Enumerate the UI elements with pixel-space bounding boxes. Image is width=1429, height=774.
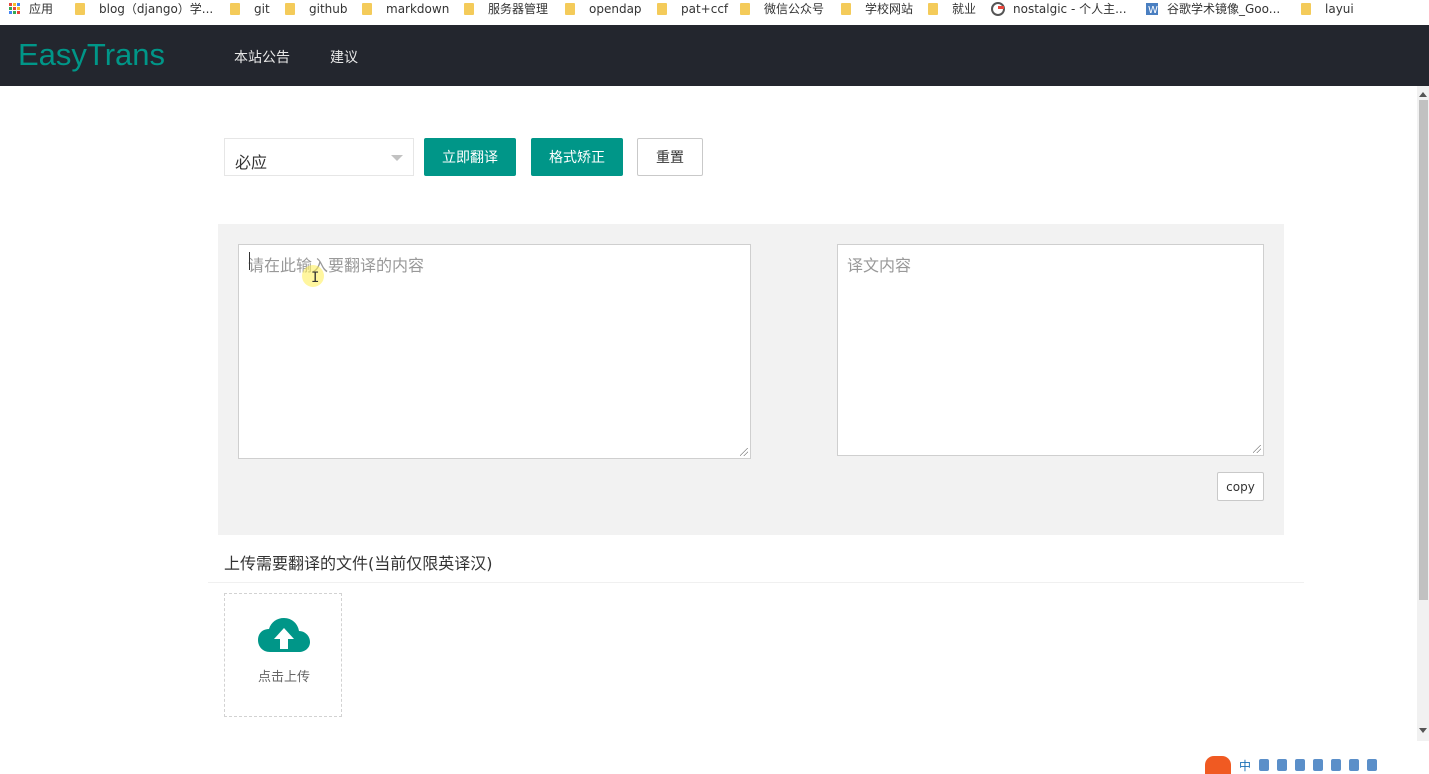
copy-button[interactable]: copy [1217, 472, 1264, 501]
site-icon: W [1146, 2, 1158, 16]
bookmark-label: nostalgic - 个人主... [1013, 2, 1127, 16]
folder-icon [928, 2, 938, 15]
upload-button-label: 点击上传 [257, 670, 310, 685]
bookmark-item[interactable]: 学校网站 [841, 0, 913, 17]
bookmark-item[interactable]: pat+ccf [657, 0, 728, 17]
bookmark-label: opendap [589, 1, 642, 16]
bookmark-label: pat+ccf [681, 1, 729, 16]
svg-text:W: W [1148, 5, 1158, 16]
bookmark-label: github [309, 1, 348, 16]
reset-button[interactable]: 重置 [637, 138, 703, 176]
format-correct-button[interactable]: 格式矫正 [531, 138, 623, 176]
folder-icon [740, 2, 750, 15]
folder-icon [75, 2, 85, 15]
emoji-icon[interactable] [1295, 759, 1306, 771]
folder-icon [1301, 2, 1311, 15]
bookmark-label: 服务器管理 [488, 2, 549, 16]
target-textarea[interactable]: 译文内容 [837, 244, 1264, 456]
scrollbar-thumb[interactable] [1419, 100, 1428, 600]
punctuation-icon[interactable] [1277, 759, 1288, 771]
nav-item-announcement[interactable]: 本站公告 [234, 47, 290, 67]
system-tray: 中 [1205, 756, 1429, 774]
user-icon[interactable] [1349, 759, 1360, 771]
bookmark-item[interactable]: 就业 [928, 0, 976, 17]
engine-select[interactable]: 必应 [224, 138, 414, 176]
bookmark-label: 微信公众号 [764, 2, 825, 16]
engine-selected-value: 必应 [235, 153, 268, 172]
bookmark-label: 就业 [952, 2, 977, 16]
microphone-icon[interactable] [1313, 759, 1324, 771]
folder-icon [464, 2, 474, 15]
top-navbar: EasyTrans 本站公告 建议 [0, 25, 1429, 86]
sogou-ime-icon[interactable] [1205, 756, 1231, 774]
folder-icon [362, 2, 372, 15]
moon-icon[interactable] [1259, 759, 1270, 771]
apps-grid-icon [9, 2, 21, 15]
source-placeholder: 请在此输入要翻译的内容 [248, 256, 425, 275]
nav-item-suggestion[interactable]: 建议 [330, 47, 358, 67]
bookmark-item[interactable]: nostalgic - 个人主... [991, 0, 1127, 17]
bookmark-item[interactable]: 服务器管理 [464, 0, 548, 17]
scroll-down-icon[interactable] [1419, 728, 1427, 733]
bookmark-label: 学校网站 [865, 2, 914, 16]
keyboard-icon[interactable] [1331, 759, 1342, 771]
upload-dropzone[interactable]: 点击上传 [224, 593, 342, 717]
site-icon [991, 1, 1005, 16]
scroll-up-icon[interactable] [1419, 92, 1427, 97]
bookmark-item[interactable]: W 谷歌学术镜像_Goo... [1145, 0, 1280, 17]
resize-grip-icon[interactable] [1253, 445, 1261, 453]
bookmark-apps[interactable]: 应用 [9, 0, 53, 17]
bookmark-label: git [254, 1, 270, 16]
folder-icon [230, 2, 240, 15]
bookmark-label: blog（django）学... [99, 2, 214, 16]
chevron-down-icon [391, 155, 403, 161]
target-placeholder: 译文内容 [847, 256, 912, 275]
bookmark-item[interactable]: opendap [565, 0, 642, 17]
bookmark-item[interactable]: markdown [362, 0, 449, 17]
bookmark-item[interactable]: layui [1301, 0, 1354, 17]
resize-grip-icon[interactable] [740, 448, 748, 456]
folder-icon [285, 2, 295, 15]
ime-mode-label[interactable]: 中 [1239, 757, 1251, 774]
bookmark-label: 应用 [29, 2, 54, 16]
bookmarks-bar: 应用 blog（django）学... git github markdown … [0, 0, 1429, 25]
folder-icon [657, 2, 667, 15]
bookmark-item[interactable]: blog（django）学... [75, 0, 213, 17]
bookmark-item[interactable]: 微信公众号 [740, 0, 824, 17]
ibeam-cursor-icon: I [311, 270, 320, 286]
translate-button[interactable]: 立即翻译 [424, 138, 516, 176]
shirt-icon[interactable] [1367, 759, 1378, 771]
bookmark-label: 谷歌学术镜像_Goo... [1167, 2, 1281, 16]
bookmark-label: layui [1325, 1, 1354, 16]
text-caret [249, 252, 250, 270]
cloud-upload-icon [258, 618, 310, 652]
folder-icon [841, 2, 851, 15]
bookmark-label: markdown [386, 1, 450, 16]
folder-icon [565, 2, 575, 15]
bookmark-item[interactable]: git [230, 0, 270, 17]
upload-header: 上传需要翻译的文件(当前仅限英译汉) [208, 540, 1304, 583]
bookmark-item[interactable]: github [285, 0, 347, 17]
brand-logo[interactable]: EasyTrans [18, 37, 165, 73]
